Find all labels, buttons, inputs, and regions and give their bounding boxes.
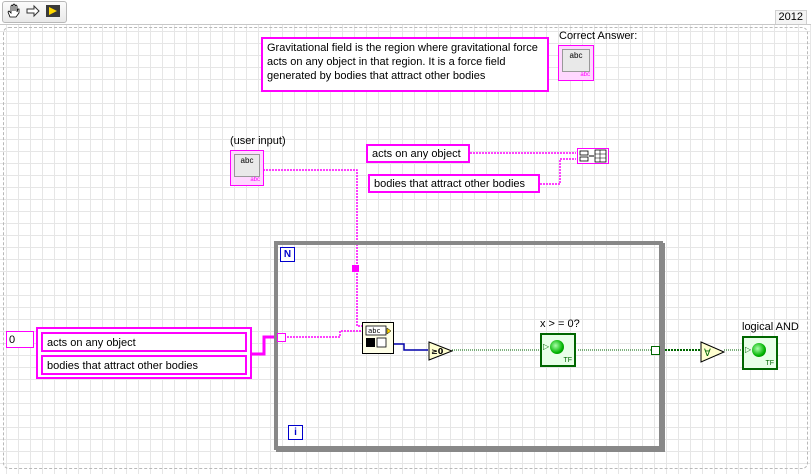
user-input-control[interactable]: abc abc bbox=[230, 150, 264, 186]
output-tunnel[interactable] bbox=[651, 346, 660, 355]
user-input-label: (user input) bbox=[230, 135, 286, 147]
boolean-type-tag: TF bbox=[765, 360, 774, 367]
compare-glyph-text: ≥0 bbox=[431, 347, 444, 356]
search-string-icon: abc bbox=[365, 325, 392, 348]
search-string-function[interactable]: abc bbox=[362, 322, 394, 354]
loop-count-terminal[interactable]: N bbox=[280, 247, 295, 262]
phrase-constant-1[interactable]: acts on any object bbox=[366, 144, 470, 163]
logical-and-label: logical AND bbox=[742, 321, 799, 333]
string-type-tag: abc bbox=[580, 72, 590, 78]
run-icon[interactable] bbox=[44, 2, 62, 20]
string-array-constant[interactable]: acts on any object bodies that attract o… bbox=[36, 327, 252, 379]
build-array-icon bbox=[579, 149, 607, 163]
step-arrow-icon[interactable] bbox=[24, 2, 42, 20]
user-input-tunnel[interactable] bbox=[352, 265, 359, 272]
input-arrow-icon: ▷ bbox=[745, 345, 752, 354]
definition-string-constant[interactable]: Gravitational field is the region where … bbox=[261, 37, 549, 92]
version-label: 2012 bbox=[774, 10, 807, 25]
toolbar: 2012 bbox=[0, 0, 811, 25]
search-glyph-text: abc bbox=[368, 327, 381, 335]
correct-answer-indicator[interactable]: abc abc bbox=[558, 45, 594, 81]
greater-equal-zero-function[interactable]: ≥0 bbox=[428, 341, 454, 361]
array-element[interactable]: acts on any object bbox=[41, 332, 247, 352]
and-array-elements-function[interactable]: ∀ bbox=[700, 341, 726, 363]
string-control-glyph: abc bbox=[234, 154, 260, 177]
boolean-type-tag: TF bbox=[563, 357, 572, 364]
hand-icon[interactable] bbox=[4, 2, 22, 20]
input-tunnel[interactable] bbox=[277, 333, 286, 342]
string-type-tag: abc bbox=[250, 177, 260, 183]
correct-answer-label: Correct Answer: bbox=[559, 30, 638, 42]
for-loop[interactable]: N i bbox=[274, 241, 663, 450]
led-bulb-icon bbox=[550, 340, 564, 354]
compare-icon: ≥0 bbox=[428, 341, 454, 361]
and-array-icon: ∀ bbox=[700, 341, 726, 363]
build-array-node[interactable] bbox=[577, 148, 609, 164]
input-arrow-icon: ▷ bbox=[543, 342, 550, 351]
phrase-constant-2[interactable]: bodies that attract other bodies bbox=[368, 174, 540, 193]
x-ge-zero-label: x > = 0? bbox=[540, 318, 580, 330]
array-element[interactable]: bodies that attract other bodies bbox=[41, 355, 247, 375]
string-indicator-glyph: abc bbox=[562, 49, 590, 72]
led-bulb-icon bbox=[752, 343, 766, 357]
array-index-display[interactable]: 0 bbox=[6, 331, 34, 348]
and-glyph-text: ∀ bbox=[704, 348, 711, 359]
loop-iteration-terminal[interactable]: i bbox=[288, 425, 303, 440]
logical-and-indicator[interactable]: ▷ TF bbox=[742, 336, 778, 370]
x-ge-zero-indicator[interactable]: ▷ TF bbox=[540, 333, 576, 367]
